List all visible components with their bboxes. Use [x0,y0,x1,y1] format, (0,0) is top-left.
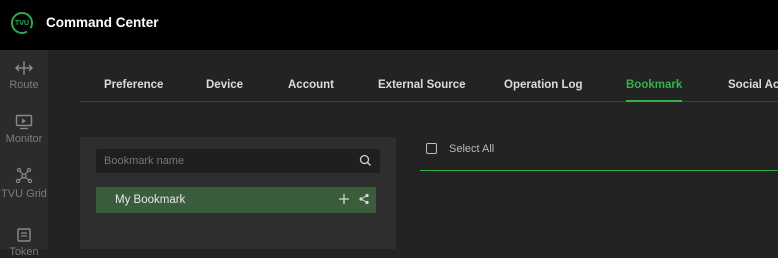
app-title: Command Center [46,15,159,30]
left-nav-rail: Route Monitor TVU Grid Token [0,50,48,258]
tab-operation-log[interactable]: Operation Log [504,79,583,91]
grid-icon [15,167,33,184]
search-icon[interactable] [359,154,372,167]
top-bar: TVU Command Center [0,0,778,50]
search-placeholder: Bookmark name [104,155,185,167]
token-icon [17,228,31,242]
main-content: Preference Device Account External Sourc… [48,50,778,249]
sidebar-item-label: TVU Grid [1,188,47,200]
route-icon [15,61,33,75]
bookmark-item-label: My Bookmark [115,194,186,206]
sidebar-item-tvu-grid[interactable]: TVU Grid [0,167,48,200]
sidebar-item-token[interactable]: Token [0,227,48,258]
tab-account[interactable]: Account [288,79,334,91]
sidebar-item-route[interactable]: Route [0,60,48,91]
tvu-logo[interactable]: TVU [11,12,33,34]
tab-social-account[interactable]: Social Acc [728,79,778,91]
tab-bookmark[interactable]: Bookmark [626,79,683,102]
settings-tabs: Preference Device Account External Sourc… [80,50,778,102]
share-icon[interactable] [358,193,370,205]
sidebar-item-label: Monitor [5,133,43,145]
bookmark-list-panel: Bookmark name My Bookmark [80,137,396,249]
logo-text: TVU [15,19,29,27]
bookmark-search-input[interactable]: Bookmark name [96,149,380,173]
tab-external-source[interactable]: External Source [378,79,466,91]
select-all-checkbox[interactable] [426,143,437,154]
select-all-label[interactable]: Select All [449,143,494,155]
sidebar-item-label: Route [9,79,39,91]
bookmark-item[interactable]: My Bookmark [96,187,376,213]
add-icon[interactable] [338,193,350,205]
tab-preference[interactable]: Preference [104,79,163,91]
sidebar-item-monitor[interactable]: Monitor [0,114,48,145]
divider-line [420,170,778,171]
tab-device[interactable]: Device [206,79,243,91]
monitor-icon [15,114,33,130]
sidebar-item-label: Token [9,246,39,258]
